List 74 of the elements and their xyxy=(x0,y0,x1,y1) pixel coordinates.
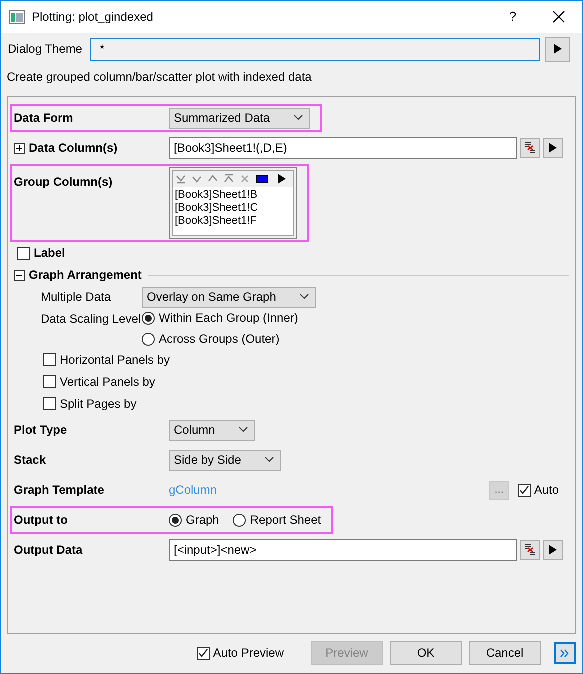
field-label: Multiple Data xyxy=(41,289,112,306)
field-label: Dialog Theme xyxy=(8,41,84,58)
radio-button[interactable] xyxy=(169,514,182,526)
field-label: Group Column(s) xyxy=(14,174,113,191)
input-field[interactable]: * xyxy=(90,38,540,60)
menu-button[interactable] xyxy=(543,540,563,560)
move-top-icon[interactable] xyxy=(224,174,234,184)
field-label: Stack xyxy=(14,452,46,469)
column-picker-button[interactable] xyxy=(520,138,540,158)
checkbox[interactable] xyxy=(518,484,532,496)
list-box[interactable]: [Book3]Sheet1!B [Book3]Sheet1!C [Book3]Sheet1!F xyxy=(169,167,297,239)
field-label: Plot Type xyxy=(14,422,68,439)
checkbox[interactable] xyxy=(17,246,30,260)
column-picker-button[interactable] xyxy=(520,540,540,560)
move-up-icon[interactable] xyxy=(208,174,218,184)
window-title: Plotting: plot_gindexed xyxy=(32,9,154,26)
checkbox-label: Auto xyxy=(534,482,559,499)
dialog-button[interactable]: Cancel xyxy=(469,641,541,665)
expand-icon[interactable] xyxy=(14,142,25,154)
list-item[interactable]: [Book3]Sheet1!C xyxy=(175,202,291,215)
play-icon xyxy=(278,174,286,184)
move-bottom-icon[interactable] xyxy=(176,174,186,184)
caret-icon xyxy=(239,427,248,433)
checkbox-label: Split Pages by xyxy=(60,396,137,412)
checkbox-label: Vertical Panels by xyxy=(60,374,156,390)
radio-button[interactable] xyxy=(233,514,246,526)
move-down-icon[interactable] xyxy=(192,174,202,184)
dropdown[interactable]: Column xyxy=(169,420,256,440)
description-text: Create grouped column/bar/scatter plot with indexed data xyxy=(6,69,313,86)
play-icon xyxy=(549,143,557,153)
field-label: Graph Template xyxy=(14,482,104,499)
theme-menu-button[interactable] xyxy=(545,36,570,62)
list-item[interactable]: [Book3]Sheet1!B xyxy=(175,189,291,202)
collapse-icon[interactable] xyxy=(14,270,25,280)
input-field[interactable]: [Book3]Sheet1!(,D,E) xyxy=(169,137,517,159)
app-icon xyxy=(9,10,25,24)
radio-button[interactable] xyxy=(142,332,155,346)
checkbox[interactable] xyxy=(43,353,56,366)
help-button[interactable]: ? xyxy=(498,7,528,27)
dropdown[interactable]: Summarized Data xyxy=(169,108,310,128)
caret-icon xyxy=(265,457,274,463)
caret-icon xyxy=(294,115,304,121)
radio-button[interactable] xyxy=(142,312,155,324)
radio-label: Report Sheet xyxy=(250,512,322,529)
checkbox[interactable] xyxy=(43,397,56,410)
radio-label: Across Groups (Outer) xyxy=(159,331,280,348)
column-picker-icon xyxy=(524,142,536,154)
column-picker-icon xyxy=(524,544,536,556)
input-field[interactable]: [<input>]<new> xyxy=(169,539,517,561)
field-label: Output to xyxy=(14,512,68,529)
color-block-icon[interactable] xyxy=(256,175,268,183)
checkbox-label: Label xyxy=(34,245,66,262)
field-label: Data Scaling Level xyxy=(41,311,142,328)
section-title: Graph Arrangement xyxy=(29,267,142,284)
play-icon xyxy=(549,545,557,555)
dropdown[interactable]: Side by Side xyxy=(169,450,282,470)
checkbox[interactable] xyxy=(197,646,210,660)
double-chevron-icon xyxy=(560,648,570,658)
radio-label: Within Each Group (Inner) xyxy=(159,310,298,327)
dropdown[interactable]: Overlay on Same Graph xyxy=(142,286,316,308)
play-icon xyxy=(554,44,562,54)
menu-button[interactable] xyxy=(543,138,563,158)
field-label: Data Form xyxy=(14,110,74,127)
radio-label: Graph xyxy=(186,512,220,529)
checkbox-label: Auto Preview xyxy=(213,645,284,662)
checkbox-label: Horizontal Panels by xyxy=(60,352,170,368)
expand-button[interactable] xyxy=(554,642,576,664)
list-item[interactable]: [Book3]Sheet1!F xyxy=(175,215,291,228)
dialog-button[interactable]: OK xyxy=(390,641,462,665)
field-label: Output Data xyxy=(14,542,83,559)
close-icon xyxy=(553,11,565,23)
checkbox[interactable] xyxy=(43,375,56,388)
caret-icon xyxy=(300,294,310,300)
field-label: Data Column(s) xyxy=(29,140,118,157)
